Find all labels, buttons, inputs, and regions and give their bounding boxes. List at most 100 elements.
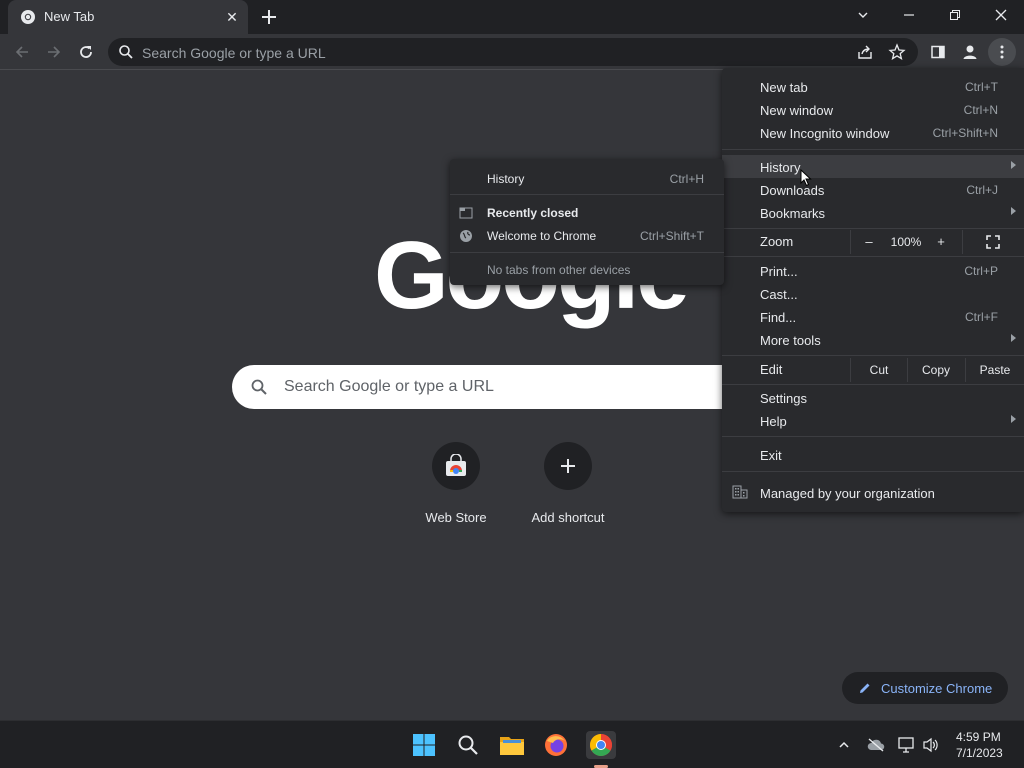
taskbar-search-icon[interactable]	[454, 731, 482, 759]
copy-button[interactable]: Copy	[908, 358, 964, 382]
customize-chrome-button[interactable]: Customize Chrome	[842, 672, 1008, 704]
share-icon[interactable]	[856, 43, 874, 61]
fullscreen-icon[interactable]	[978, 230, 1008, 254]
submenu-shortcut: Ctrl+Shift+T	[639, 229, 704, 243]
pencil-icon	[860, 683, 870, 693]
minimize-icon[interactable]	[886, 0, 932, 30]
menu-zoom-label: Zoom	[760, 234, 794, 249]
tab-close-icon[interactable]: ✕	[222, 7, 242, 27]
menu-divider	[722, 355, 1024, 356]
menu-shortcut: Ctrl+N	[963, 103, 998, 117]
menu-item-help[interactable]: Help	[722, 409, 1024, 432]
menu-label: Bookmarks	[760, 206, 826, 221]
zoom-in-button[interactable]: +	[932, 230, 950, 254]
taskbar: 4:59 PM 7/1/2023	[0, 720, 1024, 768]
reload-icon[interactable]	[72, 38, 100, 66]
shortcut-web-store-tile	[432, 442, 480, 490]
chrome-menu: New tab Ctrl+T New window Ctrl+N New Inc…	[722, 68, 1024, 512]
menu-label: Settings	[760, 391, 807, 406]
new-tab-plus-icon[interactable]	[258, 6, 280, 28]
menu-item-bookmarks[interactable]: Bookmarks	[722, 201, 1024, 224]
tray-chevron-up-icon[interactable]	[834, 735, 854, 755]
shortcut-label: Web Store	[425, 510, 487, 525]
submenu-item-history[interactable]: History Ctrl+H	[450, 167, 724, 190]
submenu-item-recently-closed: Recently closed	[450, 201, 724, 224]
menu-label: Managed by your organization	[760, 486, 935, 501]
ntp-search-placeholder: Search Google or type a URL	[284, 378, 494, 395]
chrome-menu-kebab-icon[interactable]	[988, 38, 1016, 66]
menu-item-new-tab[interactable]: New tab Ctrl+T	[722, 75, 1024, 98]
cut-button[interactable]: Cut	[851, 358, 907, 382]
restore-icon[interactable]	[932, 0, 978, 30]
profile-icon[interactable]	[956, 38, 984, 66]
menu-label: Help	[760, 414, 787, 429]
menu-label: New tab	[760, 80, 808, 95]
shortcut-web-store[interactable]: Web Store	[400, 442, 512, 532]
network-icon[interactable]	[897, 735, 917, 755]
menu-item-more-tools[interactable]: More tools	[722, 328, 1024, 351]
omnibox[interactable]: Search Google or type a URL	[108, 38, 918, 66]
shortcut-add[interactable]: Add shortcut	[512, 442, 624, 532]
customize-chrome-label: Customize Chrome	[881, 681, 993, 696]
menu-item-exit[interactable]: Exit	[722, 443, 1024, 466]
menu-divider	[722, 471, 1024, 472]
menu-shortcut: Ctrl+F	[965, 310, 998, 324]
file-explorer-icon[interactable]	[498, 731, 526, 759]
submenu-label: Welcome to Chrome	[487, 229, 597, 243]
menu-divider	[722, 384, 1024, 385]
zoom-out-button[interactable]: –	[860, 230, 878, 254]
menu-item-new-incognito[interactable]: New Incognito window Ctrl+Shift+N	[722, 121, 1024, 144]
menu-edit-label: Edit	[760, 362, 783, 377]
menu-item-settings[interactable]: Settings	[722, 386, 1024, 409]
chrome-favicon-icon	[21, 10, 35, 24]
tab-window-icon	[459, 207, 473, 219]
bookmark-star-icon[interactable]	[888, 43, 906, 61]
toolbar: Search Google or type a URL	[0, 34, 1024, 70]
menu-label: History	[760, 160, 801, 175]
submenu-arrow-icon	[1011, 161, 1016, 169]
close-window-icon[interactable]	[978, 0, 1024, 30]
menu-divider	[722, 436, 1024, 437]
menu-label: Find...	[760, 310, 797, 325]
submenu-arrow-icon	[1011, 207, 1016, 215]
menu-item-downloads[interactable]: Downloads Ctrl+J	[722, 178, 1024, 201]
volume-icon[interactable]	[921, 735, 941, 755]
submenu-item-welcome[interactable]: Welcome to Chrome Ctrl+Shift+T	[450, 224, 724, 247]
menu-divider	[962, 230, 963, 254]
menu-shortcut: Ctrl+T	[965, 80, 998, 94]
submenu-arrow-icon	[1011, 334, 1016, 342]
forward-icon[interactable]	[40, 38, 68, 66]
tab-new-tab[interactable]: New Tab ✕	[8, 0, 248, 34]
cloud-offline-icon[interactable]	[866, 735, 886, 755]
menu-label: New window	[760, 103, 833, 118]
menu-item-find[interactable]: Find... Ctrl+F	[722, 305, 1024, 328]
building-icon	[732, 485, 748, 499]
menu-item-managed[interactable]: Managed by your organization	[722, 481, 1024, 504]
menu-divider	[722, 256, 1024, 257]
tab-search-chevron-icon[interactable]	[840, 0, 886, 30]
mouse-cursor-icon	[800, 169, 812, 187]
search-icon	[119, 45, 133, 59]
paste-button[interactable]: Paste	[966, 358, 1024, 382]
menu-label: More tools	[760, 333, 821, 348]
menu-divider	[450, 252, 724, 253]
clock-time[interactable]: 4:59 PM	[956, 730, 1001, 744]
chrome-taskbar-icon[interactable]	[586, 731, 616, 759]
clock-date[interactable]: 7/1/2023	[956, 746, 1003, 760]
menu-shortcut: Ctrl+J	[966, 183, 998, 197]
web-store-icon	[446, 454, 466, 476]
menu-shortcut: Ctrl+Shift+N	[932, 126, 998, 140]
windows-start-icon[interactable]	[410, 731, 438, 759]
menu-item-print[interactable]: Print... Ctrl+P	[722, 259, 1024, 282]
omnibox-placeholder: Search Google or type a URL	[142, 45, 326, 61]
side-panel-icon[interactable]	[924, 38, 952, 66]
menu-label: Exit	[760, 448, 782, 463]
menu-item-cast[interactable]: Cast...	[722, 282, 1024, 305]
ntp-search-box[interactable]: Search Google or type a URL	[232, 365, 792, 409]
firefox-icon[interactable]	[542, 731, 570, 759]
menu-item-history[interactable]: History	[722, 155, 1024, 178]
submenu-label: No tabs from other devices	[487, 263, 631, 277]
menu-item-new-window[interactable]: New window Ctrl+N	[722, 98, 1024, 121]
menu-shortcut: Ctrl+P	[964, 264, 998, 278]
back-icon[interactable]	[8, 38, 36, 66]
